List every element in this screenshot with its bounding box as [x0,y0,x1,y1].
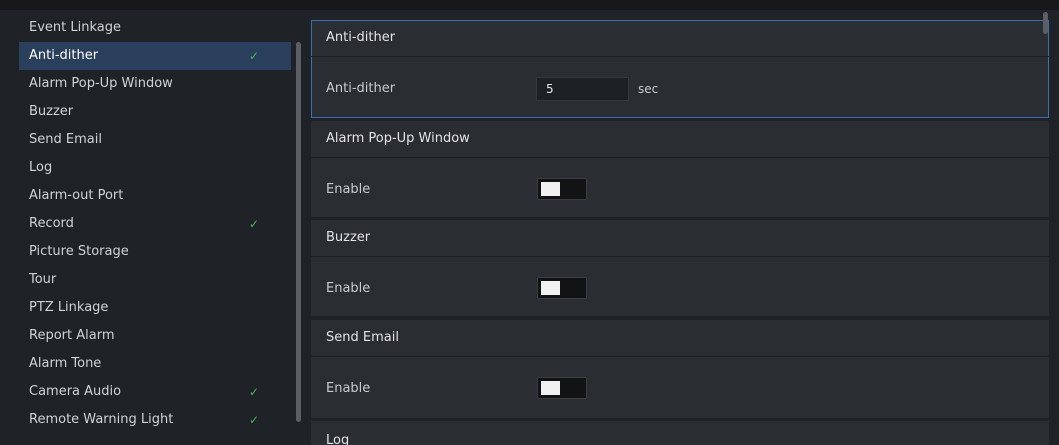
check-icon: ✓ [249,385,260,399]
sidebar-item-event-linkage[interactable]: Event Linkage [19,14,291,42]
enable-label: Enable [326,381,371,396]
send-email-section: Send Email Enable [311,320,1049,418]
check-icon: ✓ [249,49,260,63]
anti-dither-section: Anti-dither Anti-dither sec [311,20,1049,118]
sidebar-item-send-email[interactable]: Send Email [19,126,291,154]
enable-label: Enable [326,281,371,296]
divider [311,256,1049,257]
check-icon: ✓ [249,413,260,427]
sidebar-item-record[interactable]: Record ✓ [19,210,291,238]
sidebar-item-label: Remote Warning Light [29,412,174,427]
check-icon: ✓ [249,217,260,231]
sidebar-item-label: Record [29,216,74,231]
sidebar-item-alarm-popup[interactable]: Alarm Pop-Up Window [19,70,291,98]
section-title: Send Email [326,330,399,345]
toggle-knob [541,381,560,395]
sidebar-item-camera-audio[interactable]: Camera Audio ✓ [19,378,291,406]
send-email-enable-toggle[interactable] [537,377,587,399]
anti-dither-label: Anti-dither [326,81,396,96]
sidebar-item-label: Tour [29,272,57,287]
sidebar-item-buzzer[interactable]: Buzzer [19,98,291,126]
unit-label: sec [638,82,659,96]
sidebar: Event Linkage Anti-dither ✓ Alarm Pop-Up… [14,12,304,445]
section-title: Buzzer [326,230,371,245]
anti-dither-input[interactable] [536,77,629,101]
divider [311,356,1049,357]
sidebar-item-label: Buzzer [29,104,74,119]
sidebar-item-label: Alarm Pop-Up Window [29,76,173,91]
sidebar-item-tour[interactable]: Tour [19,266,291,294]
sidebar-item-remote-warning-light[interactable]: Remote Warning Light ✓ [19,406,291,434]
main-scrollbar[interactable] [1043,12,1048,34]
log-section: Log [311,421,1049,445]
sidebar-item-label: PTZ Linkage [29,300,109,315]
alarm-popup-enable-toggle[interactable] [537,178,587,200]
top-strip [0,0,1059,10]
divider [311,157,1049,158]
toggle-knob [541,281,560,295]
section-title: Log [326,433,350,445]
sidebar-item-alarm-tone[interactable]: Alarm Tone [19,350,291,378]
sidebar-item-ptz-linkage[interactable]: PTZ Linkage [19,294,291,322]
section-title: Alarm Pop-Up Window [326,131,470,146]
sidebar-item-log[interactable]: Log [19,154,291,182]
sidebar-item-label: Alarm-out Port [29,188,124,203]
sidebar-item-anti-dither[interactable]: Anti-dither ✓ [19,42,291,70]
buzzer-section: Buzzer Enable [311,220,1049,316]
enable-label: Enable [326,182,371,197]
sidebar-item-label: Report Alarm [29,328,115,343]
sidebar-item-label: Event Linkage [29,20,121,35]
divider [311,56,1049,57]
sidebar-scrollbar[interactable] [296,42,301,422]
sidebar-item-label: Log [29,160,53,175]
sidebar-item-alarm-out-port[interactable]: Alarm-out Port [19,182,291,210]
sidebar-item-report-alarm[interactable]: Report Alarm [19,322,291,350]
sidebar-item-label: Send Email [29,132,102,147]
section-title: Anti-dither [326,30,396,45]
toggle-knob [541,182,560,196]
settings-panel: Anti-dither Anti-dither sec Alarm Pop-Up… [311,12,1049,445]
sidebar-item-label: Camera Audio [29,384,122,399]
sidebar-item-picture-storage[interactable]: Picture Storage [19,238,291,266]
sidebar-item-label: Anti-dither [29,48,99,63]
sidebar-item-label: Picture Storage [29,244,129,259]
sidebar-item-label: Alarm Tone [29,356,102,371]
buzzer-enable-toggle[interactable] [537,277,587,299]
alarm-popup-section: Alarm Pop-Up Window Enable [311,121,1049,217]
